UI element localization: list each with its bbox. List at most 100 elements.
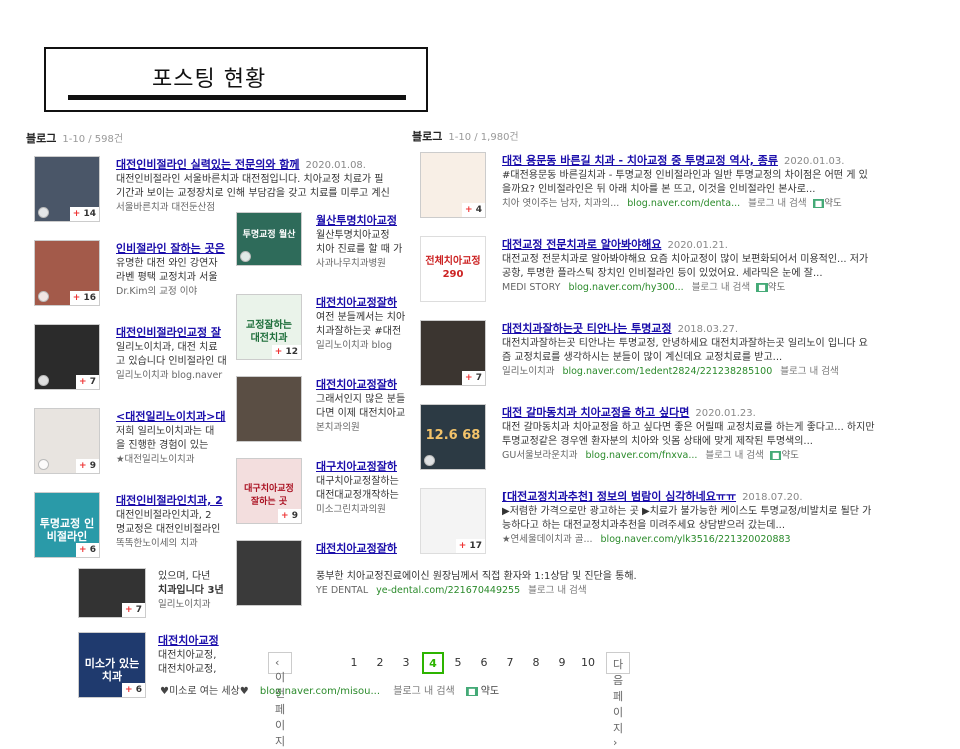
result-title[interactable]: 대전치아교정	[158, 634, 219, 647]
map-icon[interactable]: ■	[756, 283, 768, 292]
page-10[interactable]: 10	[578, 656, 598, 669]
blog-search-link[interactable]: 블로그 내 검색	[692, 282, 750, 293]
result-title[interactable]: 대전 용문동 바른길 치과 - 치아교정 중 투명교정 역사, 종류	[502, 154, 778, 167]
result-author[interactable]: 사과나무치과병원	[316, 257, 408, 271]
right-blog-label: 블로그	[412, 130, 443, 143]
image-count-badge: + 4	[462, 203, 485, 217]
list-item[interactable]: 전체치아교정 290 대전교정 전문치과로 알아봐야해요 2020.01.21. …	[420, 236, 910, 316]
thumbnail[interactable]: 교정잘하는 대전치과 + 12	[236, 294, 302, 360]
blog-search-link[interactable]: 블로그 내 검색	[528, 585, 586, 596]
blog-search-link[interactable]: 블로그 내 검색	[780, 366, 838, 377]
result-author[interactable]: 치아 엿이주는 남자, 치과의...	[502, 198, 619, 209]
result-title[interactable]: [대전교정치과추천] 정보의 범람이 심각하네요ㅠㅠ	[502, 490, 736, 503]
thumbnail[interactable]: + 9	[34, 408, 100, 474]
map-link[interactable]: 약도	[481, 686, 499, 697]
result-desc: 대전치아교정,	[158, 664, 217, 675]
page-8[interactable]: 8	[526, 656, 546, 669]
thumbnail[interactable]: 대구치아교정 잘하는 곳 + 9	[236, 458, 302, 524]
result-author[interactable]: ♥미소로 여는 세상♥	[160, 686, 249, 697]
result-title[interactable]: 인비절라인 잘하는 곳은	[116, 242, 225, 255]
result-title[interactable]: 월산투명치아교정	[316, 214, 397, 227]
map-link[interactable]: 약도	[768, 282, 785, 293]
list-item[interactable]: 교정잘하는 대전치과 + 12 대전치아교정잘하 여전 분들께서는 치아 치과잘하…	[236, 294, 406, 374]
result-title[interactable]: 대전치아교정잘하	[316, 296, 397, 309]
image-count-badge: + 6	[76, 543, 99, 557]
result-url[interactable]: blog.naver.com/denta...	[627, 198, 740, 209]
page-7[interactable]: 7	[500, 656, 520, 669]
result-author[interactable]: MEDI STORY	[502, 282, 560, 293]
result-title[interactable]: 대전치아교정잘하	[316, 542, 397, 555]
list-item[interactable]: + 7 대전치과잘하는곳 티안나는 투명교정 2018.03.27. 대전치과잘하…	[420, 320, 910, 400]
thumbnail[interactable]: 미소가 있는 치과 + 6	[78, 632, 146, 698]
list-item[interactable]: 대구치아교정 잘하는 곳 + 9 대구치아교정잘하 대구치아교정잘하는 대전대교정…	[236, 458, 406, 538]
blog-search-link[interactable]: 블로그 내 검색	[393, 686, 455, 697]
page-1[interactable]: 1	[344, 656, 364, 669]
page-title-box: 포스팅 현황	[44, 47, 428, 112]
thumbnail[interactable]: + 4	[420, 152, 486, 218]
result-title[interactable]: <대전일리노이치과>대	[116, 410, 226, 423]
thumbnail[interactable]: + 17	[420, 488, 486, 554]
result-url[interactable]: blog.naver.com/fnxva...	[586, 450, 698, 461]
result-desc: 기간과 보이는 교정장치로 인해 부담감을 갖고 치료를 미루고 계신	[116, 188, 390, 199]
image-count-badge: + 16	[69, 291, 99, 305]
thumbnail[interactable]: 전체치아교정 290	[420, 236, 486, 302]
map-link[interactable]: 약도	[824, 198, 841, 209]
page-4-current[interactable]: 4	[422, 652, 444, 674]
result-author[interactable]: 본치과의원	[316, 421, 408, 435]
thumbnail-text: 미소가 있는 치과	[84, 657, 140, 683]
page-2[interactable]: 2	[370, 656, 390, 669]
thumbnail[interactable]: 투명교정 인비절라인 + 6	[34, 492, 100, 558]
result-desc: 대전교정 전문치과로 알아봐야해요 요즘 치아교정이 많이 보편화되어서 미용적…	[502, 254, 869, 265]
prev-page-button[interactable]: ‹ 이전페이지	[268, 652, 293, 748]
result-url[interactable]: blog.naver.com/hy300...	[568, 282, 683, 293]
page-3[interactable]: 3	[396, 656, 416, 669]
list-item[interactable]: 대전치아교정잘하 그래서인지 많은 분들 다면 이제 대전치아교 본치과의원	[236, 376, 406, 456]
thumbnail[interactable]: 투명교정 월산	[236, 212, 302, 266]
result-author[interactable]: 일리노이치과	[502, 366, 554, 377]
next-page-button[interactable]: 다음페이지 ›	[606, 652, 631, 749]
result-url[interactable]: blog.naver.com/ylk3516/221320020883	[601, 534, 791, 545]
page-6[interactable]: 6	[474, 656, 494, 669]
thumbnail[interactable]: + 7	[78, 568, 146, 618]
result-author[interactable]: 일리노이치과 blog	[316, 339, 408, 353]
result-url[interactable]: blog.naver.com/misou...	[260, 686, 380, 697]
thumbnail-text: 투명교정 인비절라인	[39, 517, 95, 543]
thumbnail[interactable]: + 7	[34, 324, 100, 390]
result-author[interactable]: ★연세울데이치과 골...	[502, 534, 593, 545]
result-title[interactable]: 대구치아교정잘하	[316, 460, 397, 473]
map-icon[interactable]: ■	[769, 451, 782, 460]
result-title[interactable]: 대전인비절라인 실력있는 전문의와 함께	[116, 158, 300, 171]
thumbnail[interactable]: + 7	[420, 320, 486, 386]
map-link[interactable]: 약도	[781, 450, 798, 461]
result-author[interactable]: 미소그린치과의원	[316, 503, 408, 517]
middle-result-panel: 투명교정 월산 월산투명치아교정 월산투명치아교정 치아 진료를 할 때 가 사…	[232, 208, 408, 608]
list-item[interactable]: + 17 [대전교정치과추천] 정보의 범람이 심각하네요ㅠㅠ 2018.07.2…	[420, 488, 910, 568]
result-title[interactable]: 대전치아교정잘하	[316, 378, 397, 391]
page-9[interactable]: 9	[552, 656, 572, 669]
thumbnail[interactable]: 12.6 68	[420, 404, 486, 470]
map-icon[interactable]: ■	[812, 199, 825, 208]
result-title[interactable]: 대전교정 전문치과로 알아봐야해요	[502, 238, 661, 251]
thumbnail[interactable]	[236, 540, 302, 606]
blog-search-link[interactable]: 블로그 내 검색	[748, 198, 806, 209]
thumbnail[interactable]	[236, 376, 302, 442]
thumbnail[interactable]: + 14	[34, 156, 100, 222]
result-author[interactable]: YE DENTAL	[316, 585, 368, 596]
map-icon[interactable]: ■	[465, 687, 478, 696]
result-desc: #대전용문동 바른길치과 - 투명교정 인비절라인과 일반 투명교정의 차이점은…	[502, 170, 868, 181]
list-item[interactable]: 투명교정 월산 월산투명치아교정 월산투명치아교정 치아 진료를 할 때 가 사…	[236, 212, 406, 292]
thumbnail[interactable]: + 16	[34, 240, 100, 306]
image-count-badge: + 12	[271, 345, 301, 359]
result-title[interactable]: 대전인비절라인치과, 2	[116, 494, 223, 507]
result-title[interactable]: 대전인비절라인교정 잘	[116, 326, 221, 339]
list-item[interactable]: + 4 대전 용문동 바른길 치과 - 치아교정 중 투명교정 역사, 종류 20…	[420, 152, 910, 232]
result-title[interactable]: 대전 갈마동치과 치아교정을 하고 싶다면	[502, 406, 689, 419]
list-item[interactable]: 12.6 68 대전 갈마동치과 치아교정을 하고 싶다면 2020.01.23.…	[420, 404, 910, 484]
result-url[interactable]: ye-dental.com/221670449255	[376, 585, 520, 596]
result-title[interactable]: 대전치과잘하는곳 티안나는 투명교정	[502, 322, 672, 335]
blog-search-link[interactable]: 블로그 내 검색	[705, 450, 763, 461]
result-url[interactable]: blog.naver.com/1edent2824/221238285100	[562, 366, 772, 377]
page-5[interactable]: 5	[448, 656, 468, 669]
result-author[interactable]: GU서울보라운치과	[502, 450, 578, 461]
right-blog-header: 블로그 1-10 / 1,980건	[412, 128, 519, 144]
